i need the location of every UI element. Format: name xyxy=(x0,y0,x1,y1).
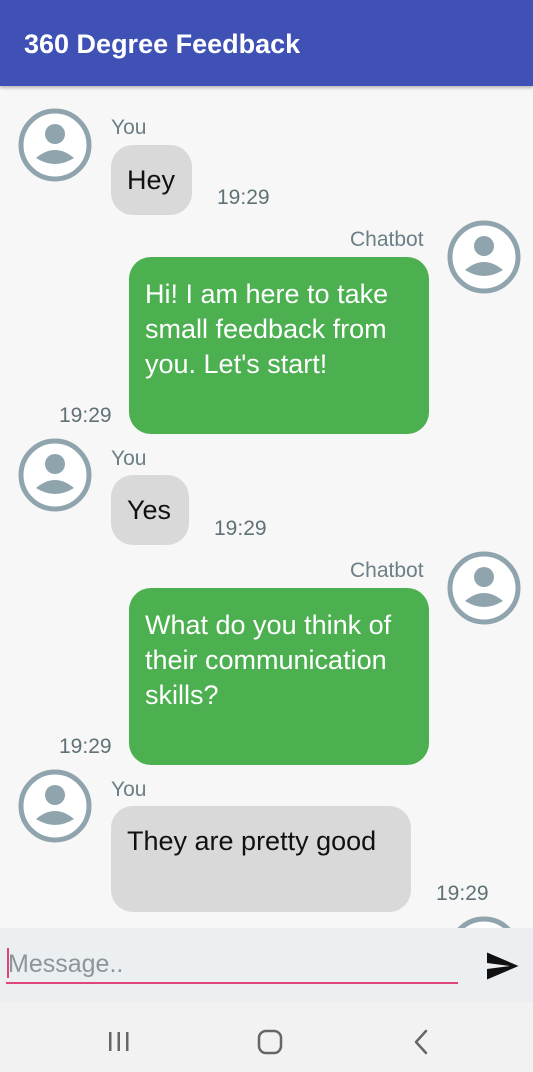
send-icon[interactable] xyxy=(484,948,520,984)
sender-label: Chatbot xyxy=(350,228,424,251)
user-avatar-icon xyxy=(18,108,92,182)
chatbot-avatar-icon xyxy=(447,551,521,625)
message-bubble-user[interactable]: Yes xyxy=(111,475,189,545)
recents-icon[interactable] xyxy=(99,1022,139,1062)
message-time: 19:29 xyxy=(214,517,267,540)
sender-label: You xyxy=(111,778,147,801)
message-time: 19:29 xyxy=(59,735,112,758)
message-time: 19:29 xyxy=(436,882,489,905)
message-time: 19:29 xyxy=(59,404,112,427)
message-bubble-user[interactable]: They are pretty good xyxy=(111,806,411,912)
sender-label: Chatbot xyxy=(350,559,424,582)
app-title: 360 Degree Feedback xyxy=(24,29,301,59)
message-bubble-user[interactable]: Hey xyxy=(111,145,192,215)
message-input[interactable] xyxy=(6,946,458,984)
home-icon[interactable] xyxy=(250,1022,290,1062)
chatbot-avatar-icon xyxy=(447,220,521,294)
user-avatar-icon xyxy=(18,438,92,512)
text-cursor xyxy=(7,948,9,978)
user-avatar-icon xyxy=(18,769,92,843)
system-nav-bar xyxy=(0,1002,533,1072)
message-bubble-bot[interactable]: Hi! I am here to take small feedback fro… xyxy=(129,257,429,434)
chatbot-avatar-icon xyxy=(457,916,511,928)
chat-list[interactable]: You Hey 19:29 Chatbot Hi! I am here to t… xyxy=(0,86,533,928)
message-time: 19:29 xyxy=(217,186,270,209)
sender-label: You xyxy=(111,447,147,470)
sender-label: You xyxy=(111,116,147,139)
app-bar: 360 Degree Feedback xyxy=(0,0,533,86)
message-input-bar xyxy=(0,928,533,1002)
back-icon[interactable] xyxy=(402,1022,442,1062)
message-bubble-bot[interactable]: What do you think of their communication… xyxy=(129,588,429,765)
